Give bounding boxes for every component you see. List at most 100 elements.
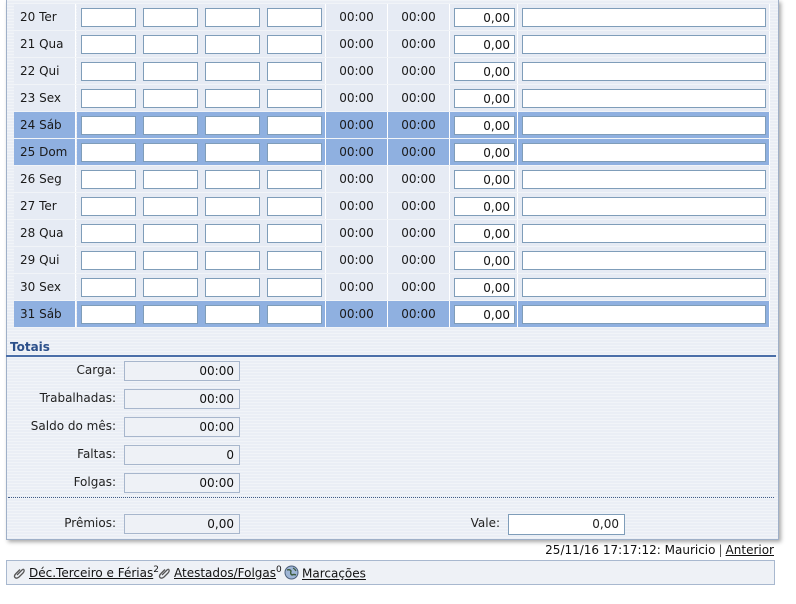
time-input-3[interactable] — [205, 170, 260, 189]
day-label: 25 Dom — [14, 139, 76, 165]
time-input-2[interactable] — [143, 278, 198, 297]
trabalhadas-label: Trabalhadas: — [39, 391, 116, 405]
day-label: 26 Seg — [14, 166, 76, 192]
total-time-1: 00:00 — [326, 166, 388, 192]
time-input-2[interactable] — [143, 197, 198, 216]
time-input-2[interactable] — [143, 116, 198, 135]
value-input[interactable]: 0,00 — [454, 170, 515, 189]
table-row: 28 Qua 00:00 00:00 0,00 — [14, 220, 770, 246]
observation-input[interactable] — [522, 305, 766, 324]
table-row: 24 Sáb 00:00 00:00 0,00 — [14, 112, 770, 138]
value-input[interactable]: 0,00 — [454, 305, 515, 324]
time-input-1[interactable] — [81, 116, 136, 135]
observation-input[interactable] — [522, 278, 766, 297]
observation-input[interactable] — [522, 224, 766, 243]
time-input-4[interactable] — [267, 305, 322, 324]
observation-input[interactable] — [522, 35, 766, 54]
time-input-3[interactable] — [205, 251, 260, 270]
time-input-3[interactable] — [205, 8, 260, 27]
time-input-1[interactable] — [81, 251, 136, 270]
total-time-2: 00:00 — [388, 220, 450, 246]
observation-input[interactable] — [522, 170, 766, 189]
time-input-1[interactable] — [81, 8, 136, 27]
time-input-3[interactable] — [205, 305, 260, 324]
time-input-4[interactable] — [267, 278, 322, 297]
time-input-2[interactable] — [143, 251, 198, 270]
time-input-2[interactable] — [143, 35, 198, 54]
observation-input[interactable] — [522, 251, 766, 270]
atestados-link[interactable]: Atestados/Folgas — [174, 566, 276, 580]
marcacoes-link[interactable]: Marcações — [302, 567, 366, 581]
total-time-1: 00:00 — [326, 31, 388, 57]
time-input-1[interactable] — [81, 143, 136, 162]
footer-item-marcacoes[interactable]: Marcações — [284, 565, 366, 583]
footer-item-decterceiro[interactable]: Déc.Terceiro e Férias2 — [13, 565, 159, 582]
time-input-2[interactable] — [143, 224, 198, 243]
time-input-4[interactable] — [267, 197, 322, 216]
time-input-1[interactable] — [81, 278, 136, 297]
time-input-2[interactable] — [143, 89, 198, 108]
decterceiro-link[interactable]: Déc.Terceiro e Férias — [29, 566, 153, 580]
time-input-2[interactable] — [143, 8, 198, 27]
time-input-4[interactable] — [267, 224, 322, 243]
value-input[interactable]: 0,00 — [454, 8, 515, 27]
total-time-2: 00:00 — [388, 247, 450, 273]
time-input-4[interactable] — [267, 35, 322, 54]
time-input-3[interactable] — [205, 143, 260, 162]
vale-input[interactable]: 0,00 — [508, 514, 625, 535]
time-input-3[interactable] — [205, 62, 260, 81]
total-time-1: 00:00 — [326, 274, 388, 300]
observation-input[interactable] — [522, 62, 766, 81]
footer-item-atestados[interactable]: Atestados/Folgas0 — [158, 565, 282, 582]
time-input-3[interactable] — [205, 278, 260, 297]
total-time-2: 00:00 — [388, 4, 450, 30]
globe-icon — [284, 565, 299, 583]
value-input[interactable]: 0,00 — [454, 35, 515, 54]
time-input-4[interactable] — [267, 89, 322, 108]
value-input[interactable]: 0,00 — [454, 224, 515, 243]
time-input-2[interactable] — [143, 62, 198, 81]
value-input[interactable]: 0,00 — [454, 278, 515, 297]
value-input[interactable]: 0,00 — [454, 143, 515, 162]
value-input[interactable]: 0,00 — [454, 62, 515, 81]
time-input-3[interactable] — [205, 197, 260, 216]
anterior-link[interactable]: Anterior — [726, 543, 774, 557]
time-input-2[interactable] — [143, 305, 198, 324]
premios-value: 0,00 — [124, 514, 240, 534]
time-input-1[interactable] — [81, 62, 136, 81]
time-input-4[interactable] — [267, 62, 322, 81]
table-row: 31 Sáb 00:00 00:00 0,00 — [14, 301, 770, 327]
time-input-4[interactable] — [267, 251, 322, 270]
time-input-3[interactable] — [205, 224, 260, 243]
time-input-1[interactable] — [81, 35, 136, 54]
observation-input[interactable] — [522, 8, 766, 27]
time-input-3[interactable] — [205, 89, 260, 108]
total-time-2: 00:00 — [388, 166, 450, 192]
value-input[interactable]: 0,00 — [454, 251, 515, 270]
time-input-3[interactable] — [205, 116, 260, 135]
time-input-4[interactable] — [267, 116, 322, 135]
time-input-2[interactable] — [143, 170, 198, 189]
observation-input[interactable] — [522, 89, 766, 108]
time-input-1[interactable] — [81, 197, 136, 216]
total-time-2: 00:00 — [388, 112, 450, 138]
totais-divider — [6, 355, 776, 357]
time-input-4[interactable] — [267, 143, 322, 162]
value-input[interactable]: 0,00 — [454, 197, 515, 216]
time-input-1[interactable] — [81, 170, 136, 189]
observation-input[interactable] — [522, 197, 766, 216]
faltas-value: 0 — [124, 445, 240, 465]
time-input-3[interactable] — [205, 35, 260, 54]
time-input-1[interactable] — [81, 305, 136, 324]
time-input-1[interactable] — [81, 224, 136, 243]
value-input[interactable]: 0,00 — [454, 89, 515, 108]
observation-input[interactable] — [522, 116, 766, 135]
time-input-2[interactable] — [143, 143, 198, 162]
totais-title: Totais — [10, 340, 50, 354]
time-input-4[interactable] — [267, 8, 322, 27]
time-input-4[interactable] — [267, 170, 322, 189]
value-input[interactable]: 0,00 — [454, 116, 515, 135]
time-input-1[interactable] — [81, 89, 136, 108]
observation-input[interactable] — [522, 143, 766, 162]
day-label: 21 Qua — [14, 31, 76, 57]
